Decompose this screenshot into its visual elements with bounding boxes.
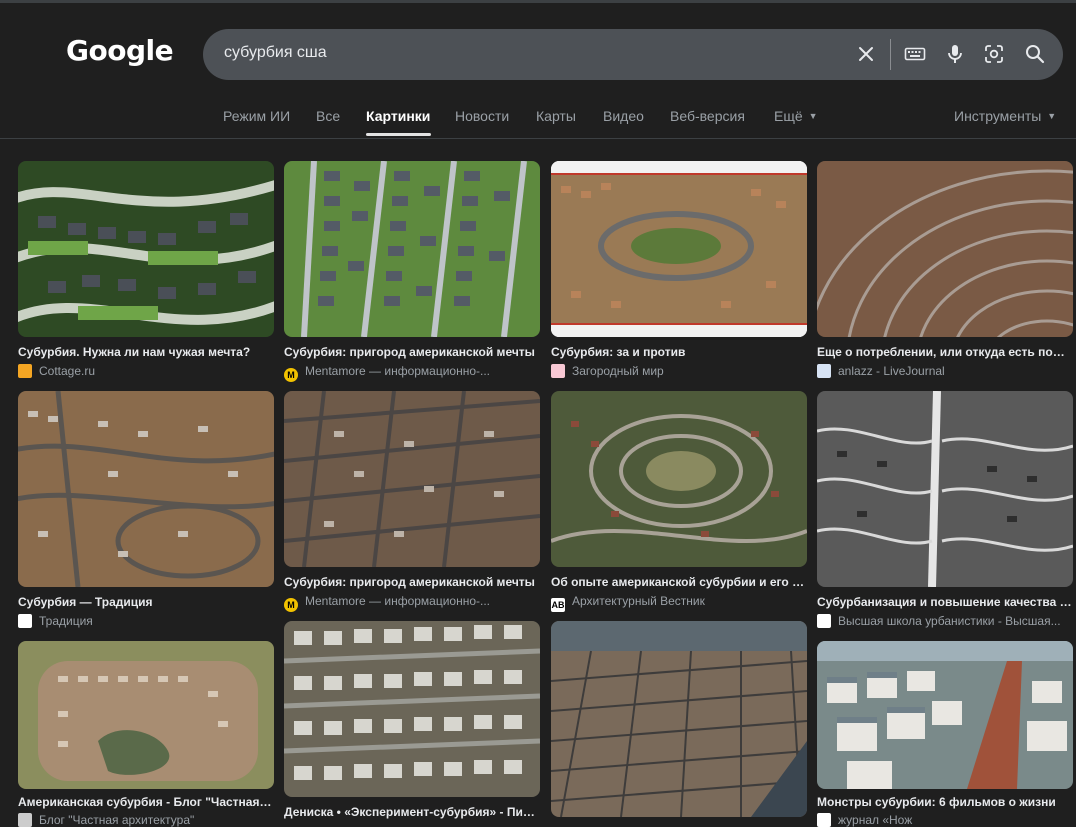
ab-favicon-icon: AB bbox=[551, 598, 565, 612]
tradition-favicon-icon bbox=[18, 614, 32, 628]
result-source[interactable]: Загородный мир bbox=[551, 364, 807, 378]
result-source[interactable]: M Mentamore — информационно-... bbox=[284, 364, 540, 382]
result-thumbnail[interactable] bbox=[284, 391, 540, 567]
result-title[interactable]: Субурбия — Традиция bbox=[18, 595, 274, 609]
result-thumbnail[interactable] bbox=[817, 641, 1073, 789]
header-divider bbox=[0, 138, 1076, 139]
result-source[interactable]: M Mentamore — информационно-... bbox=[284, 594, 540, 612]
search-tabs: Режим ИИ Все Картинки Новости Карты Виде… bbox=[0, 108, 1076, 138]
result-source-label: Mentamore — информационно-... bbox=[305, 594, 491, 608]
tab-all[interactable]: Все bbox=[316, 108, 340, 124]
result-source[interactable]: AB Архитектурный Вестник bbox=[551, 594, 807, 612]
result-thumbnail[interactable] bbox=[551, 391, 807, 567]
result-source[interactable]: Cottage.ru bbox=[18, 364, 274, 378]
mentamore-favicon-icon: M bbox=[284, 598, 298, 612]
tab-news[interactable]: Новости bbox=[455, 108, 509, 124]
chevron-down-icon: ▼ bbox=[808, 111, 818, 121]
search-box[interactable]: субурбия сша bbox=[203, 29, 1063, 80]
result-title[interactable]: Субурбия: за и против bbox=[551, 345, 807, 359]
tab-web[interactable]: Веб-версия bbox=[670, 108, 745, 124]
tools-button[interactable]: Инструменты ▼ bbox=[954, 108, 1056, 124]
result-title[interactable]: Монстры субурбии: 6 фильмов о жизни bbox=[817, 795, 1073, 809]
result-source-label: журнал «Нож bbox=[838, 813, 913, 827]
result-thumbnail[interactable] bbox=[18, 161, 274, 337]
tab-more-label: Ещё bbox=[774, 108, 803, 124]
search-input[interactable]: субурбия сша bbox=[224, 44, 327, 62]
result-source-label: Традиция bbox=[39, 614, 93, 628]
active-tab-indicator bbox=[366, 133, 431, 136]
result-thumbnail[interactable] bbox=[18, 391, 274, 587]
result-title[interactable]: Еще о потреблении, или откуда есть пошла bbox=[817, 345, 1073, 359]
result-thumbnail[interactable] bbox=[284, 161, 540, 337]
result-source-label: Высшая школа урбанистики - Высшая... bbox=[838, 614, 1061, 628]
search-divider bbox=[890, 39, 891, 70]
result-source-label: Mentamore — информационно-... bbox=[305, 364, 491, 378]
keyboard-icon[interactable] bbox=[903, 42, 927, 66]
clear-icon[interactable] bbox=[854, 42, 878, 66]
result-title[interactable]: Американская субурбия - Блог "Частная ар… bbox=[18, 795, 274, 809]
lens-camera-icon[interactable] bbox=[982, 42, 1006, 66]
knife-favicon-icon bbox=[817, 813, 831, 827]
result-source-label: Cottage.ru bbox=[39, 364, 96, 378]
result-thumbnail[interactable] bbox=[551, 621, 807, 817]
result-thumbnail[interactable] bbox=[551, 161, 807, 337]
result-title[interactable]: Субурбия: пригород американской мечты bbox=[284, 345, 540, 359]
tab-images[interactable]: Картинки bbox=[366, 108, 430, 124]
top-border bbox=[0, 0, 1076, 3]
tab-maps[interactable]: Карты bbox=[536, 108, 576, 124]
result-title[interactable]: Субурбанизация и повышение качества жизн… bbox=[817, 595, 1073, 609]
google-logo[interactable]: Google bbox=[66, 34, 174, 67]
result-thumbnail[interactable] bbox=[284, 621, 540, 797]
result-source[interactable]: anlazz - LiveJournal bbox=[817, 364, 1073, 378]
result-source-label: anlazz - LiveJournal bbox=[838, 364, 945, 378]
result-source-label: Блог "Частная архитектура" bbox=[39, 813, 195, 827]
tab-video[interactable]: Видео bbox=[603, 108, 644, 124]
blog-favicon-icon bbox=[18, 813, 32, 827]
result-title[interactable]: Субурбия: пригород американской мечты bbox=[284, 575, 540, 589]
tab-more[interactable]: Ещё ▼ bbox=[774, 108, 818, 124]
hse-favicon-icon bbox=[817, 614, 831, 628]
search-icon[interactable] bbox=[1023, 42, 1047, 66]
result-title[interactable]: Об опыте американской субурбии и его пос… bbox=[551, 575, 807, 589]
result-source[interactable]: Традиция bbox=[18, 614, 274, 628]
result-thumbnail[interactable] bbox=[817, 161, 1073, 337]
result-title[interactable]: Дениска • «Эксперимент-субурбия» - Пикаб… bbox=[284, 805, 540, 819]
cottage-favicon-icon bbox=[18, 364, 32, 378]
result-source-label: Загородный мир bbox=[572, 364, 664, 378]
result-source[interactable]: Высшая школа урбанистики - Высшая... bbox=[817, 614, 1073, 628]
mentamore-favicon-icon: M bbox=[284, 368, 298, 382]
result-source-label: Архитектурный Вестник bbox=[572, 594, 705, 608]
zagorodny-favicon-icon bbox=[551, 364, 565, 378]
result-source[interactable]: журнал «Нож bbox=[817, 813, 1073, 827]
result-title[interactable]: Субурбия. Нужна ли нам чужая мечта? bbox=[18, 345, 274, 359]
chevron-down-icon: ▼ bbox=[1047, 111, 1057, 121]
result-source[interactable]: Блог "Частная архитектура" bbox=[18, 813, 274, 827]
microphone-icon[interactable] bbox=[943, 42, 967, 66]
result-thumbnail[interactable] bbox=[817, 391, 1073, 587]
tools-label: Инструменты bbox=[954, 108, 1042, 124]
tab-ai-mode[interactable]: Режим ИИ bbox=[223, 108, 290, 124]
result-thumbnail[interactable] bbox=[18, 641, 274, 789]
livejournal-favicon-icon bbox=[817, 364, 831, 378]
